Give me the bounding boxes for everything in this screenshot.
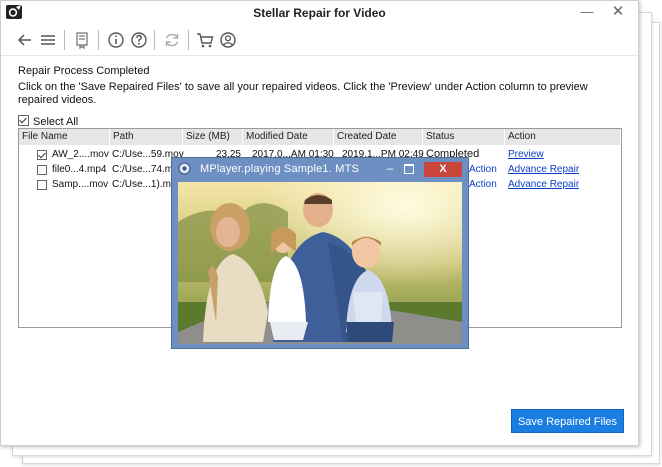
file-name-cell: AW_2....mov xyxy=(52,149,109,160)
toolbar xyxy=(1,25,638,56)
back-arrow-icon[interactable] xyxy=(15,30,35,50)
file-name-cell: file0...4.mp4 xyxy=(52,164,107,175)
video-frame-image xyxy=(178,182,462,344)
instructions-text: Click on the 'Save Repaired Files' to sa… xyxy=(18,81,588,106)
path-cell: C:/Use...1).m xyxy=(112,179,171,190)
player-close-button[interactable]: X xyxy=(424,162,462,177)
page-heading: Repair Process Completed xyxy=(18,65,150,77)
toolbar-divider xyxy=(98,30,99,50)
column-header-path[interactable]: Path xyxy=(110,129,183,145)
column-header-action[interactable]: Action xyxy=(505,129,621,145)
title-bar: Stellar Repair for Video — ✕ xyxy=(1,1,638,25)
info-icon[interactable] xyxy=(106,30,126,50)
path-cell: C:/Use...74.m xyxy=(112,164,174,175)
select-all-label: Select All xyxy=(33,116,79,128)
toolbar-divider xyxy=(64,30,65,50)
row-checkbox[interactable] xyxy=(37,165,47,175)
column-header-size[interactable]: Size (MB) xyxy=(183,129,243,145)
preview-link[interactable]: Preview xyxy=(508,147,544,162)
column-header-file-name[interactable]: File Name xyxy=(19,129,110,145)
cart-icon[interactable] xyxy=(195,30,215,50)
video-frame[interactable] xyxy=(178,182,462,344)
minimize-button[interactable]: — xyxy=(579,5,595,19)
advance-repair-link[interactable]: Advance Repair xyxy=(508,162,579,177)
menu-icon[interactable] xyxy=(38,30,58,50)
save-repaired-files-button[interactable]: Save Repaired Files xyxy=(511,409,624,433)
user-icon[interactable] xyxy=(218,30,238,50)
player-maximize-button[interactable] xyxy=(404,164,414,174)
toolbar-divider xyxy=(154,30,155,50)
toolbar-divider xyxy=(188,30,189,50)
select-all-checkbox[interactable] xyxy=(18,115,29,126)
row-checkbox[interactable] xyxy=(37,150,47,160)
player-app-icon xyxy=(178,162,191,175)
row-checkbox[interactable] xyxy=(37,180,47,190)
action-label: Action xyxy=(469,164,497,175)
player-minimize-button[interactable]: – xyxy=(384,161,396,175)
column-header-created-date[interactable]: Created Date xyxy=(334,129,423,145)
advance-repair-link[interactable]: Advance Repair xyxy=(508,177,579,192)
player-title: MPlayer.playing Sample1. MTS xyxy=(200,163,360,175)
help-icon[interactable] xyxy=(129,30,149,50)
close-button[interactable]: ✕ xyxy=(610,4,626,19)
save-icon[interactable] xyxy=(72,30,92,50)
column-header-status[interactable]: Status xyxy=(423,129,505,145)
file-name-cell: Samp....mov xyxy=(52,179,109,190)
refresh-icon[interactable] xyxy=(162,30,182,50)
select-all[interactable]: Select All xyxy=(18,115,78,128)
player-title-bar[interactable]: MPlayer.playing Sample1. MTS – X xyxy=(172,158,468,180)
video-player-window[interactable]: MPlayer.playing Sample1. MTS – X xyxy=(171,157,469,349)
column-header-modified-date[interactable]: Modified Date xyxy=(243,129,334,145)
table-header: File Name Path Size (MB) Modified Date C… xyxy=(19,129,621,145)
window-title: Stellar Repair for Video xyxy=(253,6,386,20)
action-label: Action xyxy=(469,179,497,190)
